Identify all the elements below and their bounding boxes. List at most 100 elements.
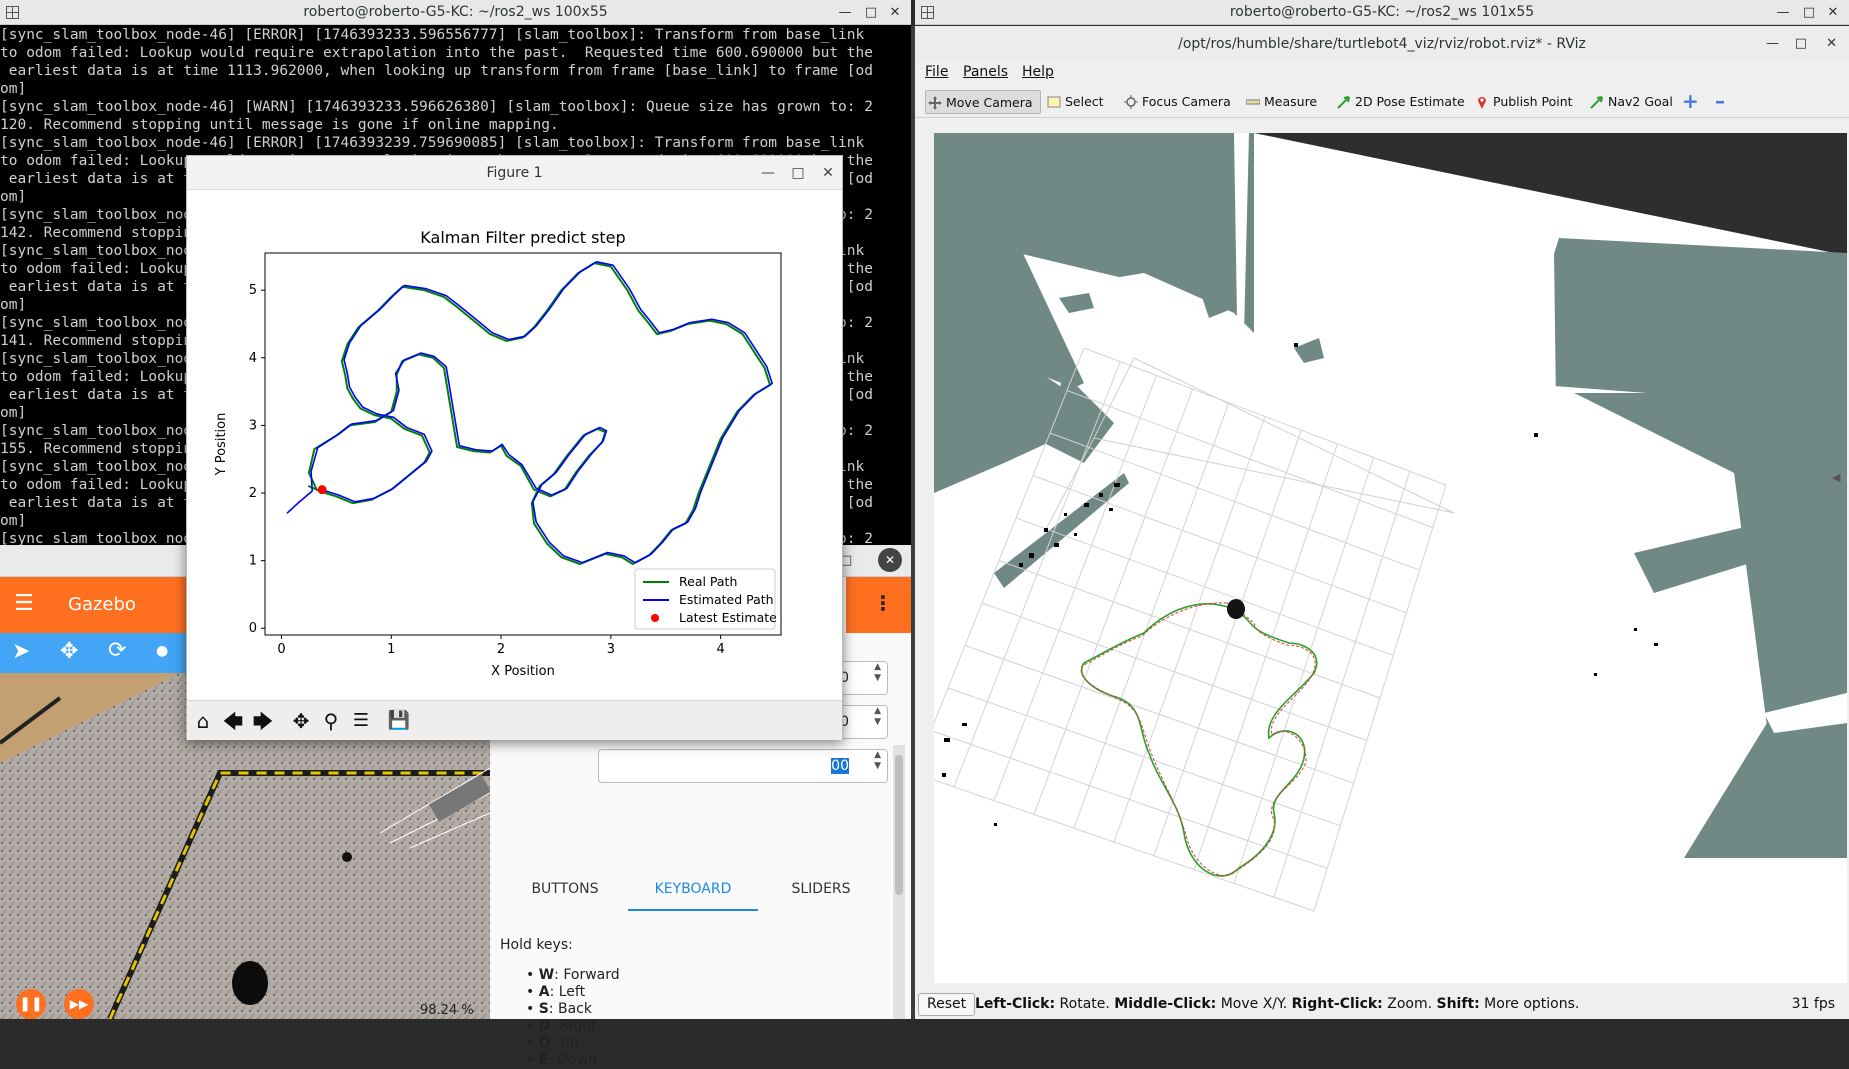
select-arrow-icon[interactable]: ➤	[12, 639, 30, 664]
minimize-icon[interactable]: —	[1771, 0, 1795, 25]
reset-button[interactable]: Reset	[918, 993, 976, 1016]
terminal-line: earliest data is at time 1113.962000, wh…	[0, 63, 873, 79]
y-tick-label: 0	[249, 621, 257, 636]
translate-icon[interactable]: ✥	[60, 639, 78, 664]
minimize-icon[interactable]: —	[753, 156, 783, 190]
map-pin-icon	[1478, 97, 1486, 109]
left-terminal-title: roberto@roberto-G5-KC: ~/ros2_ws 100x55	[303, 4, 608, 20]
terminal-grid-icon	[921, 6, 934, 19]
key-hint: • D: Right	[526, 1018, 597, 1034]
zoom-icon[interactable]: ⚲	[317, 707, 345, 735]
figure-titlebar[interactable]: Figure 1 — □ ✕	[187, 156, 842, 190]
hamburger-menu-icon[interactable]: ☰	[14, 591, 34, 616]
x-tick-label: 1	[387, 642, 395, 657]
maximize-icon[interactable]: □	[1795, 26, 1807, 62]
close-icon[interactable]: ✕	[878, 548, 902, 572]
tab-keyboard[interactable]: KEYBOARD	[628, 881, 758, 911]
close-icon[interactable]: ✕	[883, 0, 907, 25]
minimize-icon[interactable]: —	[833, 0, 857, 25]
move-camera-icon	[928, 96, 942, 110]
spinner-icon[interactable]: ▲ ▼	[874, 706, 881, 728]
occupancy-map	[934, 133, 1847, 983]
forward-icon[interactable]: 🡆	[249, 707, 277, 735]
tab-buttons[interactable]: BUTTONS	[500, 881, 630, 897]
key-hint: • E: Down	[526, 1052, 598, 1068]
spinner-icon[interactable]: ▲ ▼	[874, 662, 881, 684]
rviz-toolbar: Move Camera Select Focus Camera Measure …	[915, 86, 1849, 118]
minimize-icon[interactable]: —	[1766, 26, 1779, 62]
x-tick-label: 2	[497, 642, 505, 657]
rviz-titlebar[interactable]: /opt/ros/humble/share/turtlebot4_viz/rvi…	[915, 26, 1849, 62]
menu-help[interactable]: Help	[1022, 64, 1054, 80]
right-terminal-title: roberto@roberto-G5-KC: ~/ros2_ws 101x55	[1229, 4, 1535, 20]
tool-nav2-goal[interactable]: Nav2 Goal	[1588, 90, 1673, 114]
fps-readout: 31 fps	[1791, 996, 1835, 1012]
key-hint: • S: Back	[526, 1001, 592, 1017]
y-tick-label: 5	[249, 283, 257, 298]
remove-tool-icon[interactable]: –	[1715, 89, 1725, 113]
home-icon[interactable]: ⌂	[189, 707, 217, 735]
shape-icon[interactable]: ●	[156, 643, 168, 659]
pause-button[interactable]: ❚❚	[16, 989, 46, 1019]
real-time-factor: 98.24 %	[420, 1003, 474, 1018]
save-icon[interactable]: 💾	[385, 707, 413, 735]
scrollbar[interactable]	[893, 745, 905, 1019]
back-icon[interactable]: 🡄	[219, 707, 247, 735]
maximize-icon[interactable]: □	[783, 156, 813, 190]
y-tick-label: 4	[249, 351, 257, 366]
right-terminal-window: roberto@roberto-G5-KC: ~/ros2_ws 101x55 …	[915, 0, 1849, 26]
tool-2d-pose-estimate[interactable]: 2D Pose Estimate	[1335, 90, 1465, 114]
tool-measure[interactable]: Measure	[1244, 90, 1317, 114]
x-tick-label: 3	[607, 642, 615, 657]
key-hint: • A: Left	[526, 984, 586, 1000]
figure-title: Figure 1	[486, 165, 543, 181]
kebab-menu-icon[interactable]: ⋮	[873, 591, 893, 615]
configure-icon[interactable]: ☰	[347, 707, 375, 735]
x-axis-label: X Position	[491, 664, 555, 679]
tool-move-camera[interactable]: Move Camera	[925, 90, 1041, 114]
number-field-3[interactable]: 00 ▲ ▼	[598, 749, 888, 783]
step-forward-button[interactable]: ▶▶	[64, 989, 94, 1019]
latest-estimate-point	[317, 485, 327, 495]
maximize-icon[interactable]: □	[859, 0, 883, 25]
terminal-line: om]	[0, 81, 27, 97]
add-tool-icon[interactable]: +	[1682, 89, 1699, 113]
focus-camera-icon	[1124, 95, 1138, 109]
terminal-line: 120. Recommend stopping until message is…	[0, 117, 559, 133]
left-terminal-titlebar[interactable]: roberto@roberto-G5-KC: ~/ros2_ws 100x55 …	[0, 0, 911, 25]
maximize-icon[interactable]: □	[1797, 0, 1821, 25]
hold-keys-label: Hold keys:	[500, 937, 573, 953]
gazebo-toolbar: ➤ ✥ ⟳ ●	[0, 633, 190, 673]
tool-publish-point[interactable]: Publish Point	[1473, 90, 1573, 114]
rviz-3d-viewport[interactable]	[934, 133, 1847, 983]
rviz-menubar: File Panels Help	[915, 62, 1849, 86]
menu-file[interactable]: File	[925, 64, 948, 80]
y-tick-label: 1	[249, 554, 257, 569]
spinner-icon[interactable]: ▲ ▼	[874, 750, 881, 772]
robot-marker	[1227, 599, 1245, 619]
menu-panels[interactable]: Panels	[963, 64, 1008, 80]
close-icon[interactable]: ✕	[1826, 26, 1837, 62]
key-hint: • Q: Up	[526, 1035, 579, 1051]
legend-entry: Estimated Path	[679, 592, 774, 607]
right-terminal-titlebar[interactable]: roberto@roberto-G5-KC: ~/ros2_ws 101x55 …	[915, 0, 1849, 25]
close-icon[interactable]: ✕	[813, 156, 843, 190]
gazebo-header-right: ⋮	[846, 577, 911, 633]
terminal-line: [sync_slam_toolbox_node-46] [ERROR] [174…	[0, 27, 865, 43]
key-hint: • W: Forward	[526, 967, 620, 983]
pose-arrow-icon	[1337, 96, 1350, 109]
x-tick-label: 4	[716, 642, 724, 657]
terminal-line: to odom failed: Lookup would require ext…	[0, 45, 873, 61]
rotate-icon[interactable]: ⟳	[108, 638, 126, 663]
close-icon[interactable]: ✕	[1821, 0, 1845, 25]
kalman-plot[interactable]: Kalman Filter predict step 0 1 2 3 4 0 1 2 3 4 5 X P…	[187, 191, 842, 699]
terminal-grid-icon	[6, 6, 19, 19]
tool-select[interactable]: Select	[1045, 90, 1104, 114]
select-icon	[1047, 96, 1061, 108]
tab-sliders[interactable]: SLIDERS	[756, 881, 886, 897]
legend-entry: Real Path	[679, 574, 737, 589]
pan-icon[interactable]: ✥	[287, 707, 315, 735]
rviz-title: /opt/ros/humble/share/turtlebot4_viz/rvi…	[1178, 36, 1586, 52]
collapse-right-icon[interactable]: ◀	[1832, 471, 1840, 484]
tool-focus-camera[interactable]: Focus Camera	[1122, 90, 1231, 114]
